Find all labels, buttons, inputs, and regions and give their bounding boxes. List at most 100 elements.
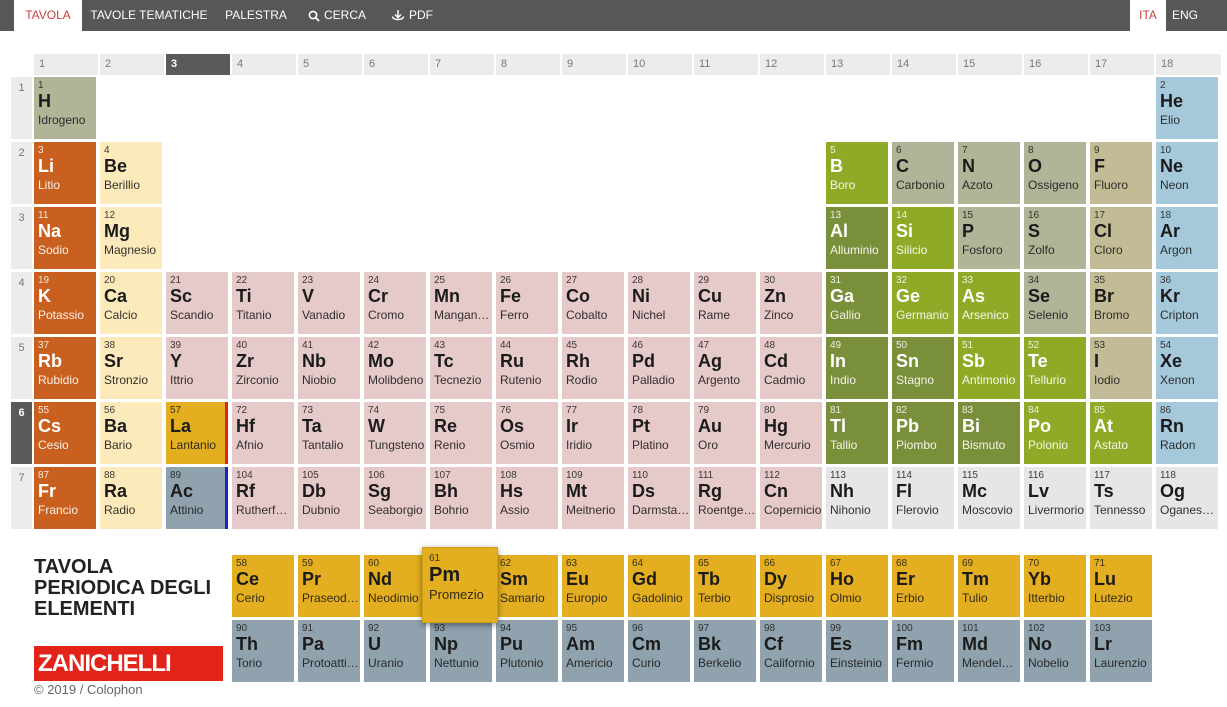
element-ds[interactable]: 110Ds Darmstadtio bbox=[628, 467, 690, 529]
group-header-11[interactable]: 11 bbox=[694, 54, 758, 75]
element-ga[interactable]: 31 Ga Gallio bbox=[826, 272, 888, 334]
element-sb[interactable]: 51 Sb Antimonio bbox=[958, 337, 1020, 399]
element-mn[interactable]: 25 Mn Manganese bbox=[430, 272, 492, 334]
element-es[interactable]: 99 Es Einsteinio bbox=[826, 620, 888, 682]
group-header-8[interactable]: 8 bbox=[496, 54, 560, 75]
element-ag[interactable]: 47 Ag Argento bbox=[694, 337, 756, 399]
element-hs[interactable]: 108 Hs Assio bbox=[496, 467, 558, 529]
element-sm[interactable]: 62 Sm Samario bbox=[496, 555, 558, 617]
element-v[interactable]: 23 V Vanadio bbox=[298, 272, 360, 334]
element-w[interactable]: 74 W Tungsteno bbox=[364, 402, 426, 464]
element-yb[interactable]: 70 Yb Itterbio bbox=[1024, 555, 1086, 617]
element-cs[interactable]: 55 Cs Cesio bbox=[34, 402, 96, 464]
element-bi[interactable]: 83 Bi Bismuto bbox=[958, 402, 1020, 464]
element-nh[interactable]: 113 Nh Nihonio bbox=[826, 467, 888, 529]
element-mc[interactable]: 115 Mc Moscovio bbox=[958, 467, 1020, 529]
element-hg[interactable]: 80 Hg Mercurio bbox=[760, 402, 822, 464]
element-no[interactable]: 102 No Nobelio bbox=[1024, 620, 1086, 682]
group-header-6[interactable]: 6 bbox=[364, 54, 428, 75]
element-at[interactable]: 85 At Astato bbox=[1090, 402, 1152, 464]
element-i[interactable]: 53 I Iodio bbox=[1090, 337, 1152, 399]
element-zr[interactable]: 40 Zr Zirconio bbox=[232, 337, 294, 399]
period-header-4[interactable]: 4 bbox=[11, 272, 32, 334]
element-p[interactable]: 15 P Fosforo bbox=[958, 207, 1020, 269]
element-cd[interactable]: 48 Cd Cadmio bbox=[760, 337, 822, 399]
element-ni[interactable]: 28 Ni Nichel bbox=[628, 272, 690, 334]
element-gd[interactable]: 64 Gd Gadolinio bbox=[628, 555, 690, 617]
group-header-2[interactable]: 2 bbox=[100, 54, 164, 75]
element-ta[interactable]: 73 Ta Tantalio bbox=[298, 402, 360, 464]
element-cf[interactable]: 98 Cf Californio bbox=[760, 620, 822, 682]
element-ar[interactable]: 18 Ar Argon bbox=[1156, 207, 1218, 269]
element-h[interactable]: 1 H Idrogeno bbox=[34, 77, 96, 139]
element-ir[interactable]: 77 Ir Iridio bbox=[562, 402, 624, 464]
element-er[interactable]: 68 Er Erbio bbox=[892, 555, 954, 617]
element-mt[interactable]: 109 Mt Meitnerio bbox=[562, 467, 624, 529]
element-re[interactable]: 75 Re Renio bbox=[430, 402, 492, 464]
element-fm[interactable]: 100 Fm Fermio bbox=[892, 620, 954, 682]
group-header-10[interactable]: 10 bbox=[628, 54, 692, 75]
element-tc[interactable]: 43 Tc Tecnezio bbox=[430, 337, 492, 399]
nav-pdf[interactable]: PDF bbox=[377, 0, 447, 31]
element-co[interactable]: 27 Co Cobalto bbox=[562, 272, 624, 334]
element-s[interactable]: 16 S Zolfo bbox=[1024, 207, 1086, 269]
element-li[interactable]: 3 Li Litio bbox=[34, 142, 96, 204]
element-sg[interactable]: 106 Sg Seaborgio bbox=[364, 467, 426, 529]
element-n[interactable]: 7 N Azoto bbox=[958, 142, 1020, 204]
element-k[interactable]: 19 K Potassio bbox=[34, 272, 96, 334]
element-fe[interactable]: 26 Fe Ferro bbox=[496, 272, 558, 334]
element-br[interactable]: 35 Br Bromo bbox=[1090, 272, 1152, 334]
element-bk[interactable]: 97 Bk Berkelio bbox=[694, 620, 756, 682]
element-pd[interactable]: 46 Pd Palladio bbox=[628, 337, 690, 399]
element-al[interactable]: 13 Al Alluminio bbox=[826, 207, 888, 269]
element-lv[interactable]: 116 Lv Livermorio bbox=[1024, 467, 1086, 529]
element-bh[interactable]: 107 Bh Bohrio bbox=[430, 467, 492, 529]
element-os[interactable]: 76 Os Osmio bbox=[496, 402, 558, 464]
element-as[interactable]: 33 As Arsenico bbox=[958, 272, 1020, 334]
element-pt[interactable]: 78 Pt Platino bbox=[628, 402, 690, 464]
lang-ita[interactable]: ITA bbox=[1130, 0, 1166, 31]
element-lu[interactable]: 71 Lu Lutezio bbox=[1090, 555, 1152, 617]
group-header-9[interactable]: 9 bbox=[562, 54, 626, 75]
element-ra[interactable]: 88 Ra Radio bbox=[100, 467, 162, 529]
group-header-4[interactable]: 4 bbox=[232, 54, 296, 75]
nav-tavola[interactable]: TAVOLA bbox=[14, 0, 82, 31]
element-in[interactable]: 49 In Indio bbox=[826, 337, 888, 399]
group-header-5[interactable]: 5 bbox=[298, 54, 362, 75]
group-header-15[interactable]: 15 bbox=[958, 54, 1022, 75]
nav-tavole-tematiche[interactable]: TAVOLE TEMATICHE bbox=[83, 0, 215, 31]
element-rf[interactable]: 104Rf Rutherfordio bbox=[232, 467, 294, 529]
element-ne[interactable]: 10 Ne Neon bbox=[1156, 142, 1218, 204]
element-dy[interactable]: 66 Dy Disprosio bbox=[760, 555, 822, 617]
element-au[interactable]: 79 Au Oro bbox=[694, 402, 756, 464]
element-kr[interactable]: 36 Kr Cripton bbox=[1156, 272, 1218, 334]
element-lr[interactable]: 103 Lr Laurenzio bbox=[1090, 620, 1152, 682]
element-th[interactable]: 90 Th Torio bbox=[232, 620, 294, 682]
group-header-3[interactable]: 3 bbox=[166, 54, 230, 75]
element-y[interactable]: 39 Y Ittrio bbox=[166, 337, 228, 399]
group-header-1[interactable]: 1 bbox=[34, 54, 98, 75]
element-cn[interactable]: 112 Cn Copernicio bbox=[760, 467, 822, 529]
element-md[interactable]: 101 Md Mendelevio bbox=[958, 620, 1020, 682]
element-c[interactable]: 6 C Carbonio bbox=[892, 142, 954, 204]
nav-cerca[interactable]: CERCA bbox=[297, 0, 377, 31]
group-header-17[interactable]: 17 bbox=[1090, 54, 1154, 75]
element-cm[interactable]: 96 Cm Curio bbox=[628, 620, 690, 682]
element-sr[interactable]: 38 Sr Stronzio bbox=[100, 337, 162, 399]
element-na[interactable]: 11 Na Sodio bbox=[34, 207, 96, 269]
group-header-12[interactable]: 12 bbox=[760, 54, 824, 75]
period-header-1[interactable]: 1 bbox=[11, 77, 32, 139]
element-sn[interactable]: 50 Sn Stagno bbox=[892, 337, 954, 399]
element-pr[interactable]: 59Pr Praseodimio bbox=[298, 555, 360, 617]
element-nb[interactable]: 41 Nb Niobio bbox=[298, 337, 360, 399]
element-eu[interactable]: 63 Eu Europio bbox=[562, 555, 624, 617]
period-header-2[interactable]: 2 bbox=[11, 142, 32, 204]
element-mo[interactable]: 42 Mo Molibdeno bbox=[364, 337, 426, 399]
nav-palestra[interactable]: PALESTRA bbox=[215, 0, 297, 31]
period-header-3[interactable]: 3 bbox=[11, 207, 32, 269]
group-header-14[interactable]: 14 bbox=[892, 54, 956, 75]
element-pm[interactable]: 61 Pm Promezio bbox=[422, 547, 498, 623]
element-ca[interactable]: 20 Ca Calcio bbox=[100, 272, 162, 334]
element-rb[interactable]: 37 Rb Rubidio bbox=[34, 337, 96, 399]
element-f[interactable]: 9 F Fluoro bbox=[1090, 142, 1152, 204]
